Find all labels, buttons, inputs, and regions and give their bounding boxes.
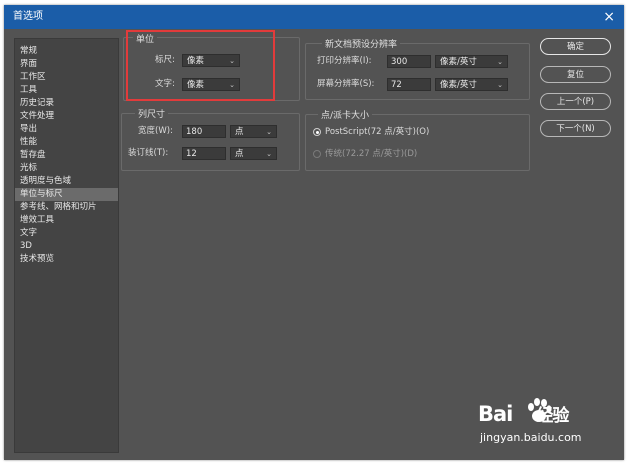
sidebar-item[interactable]: 导出 <box>15 123 118 136</box>
sidebar-item[interactable]: 工具 <box>15 84 118 97</box>
print-resolution-label: 打印分辨率(I): <box>317 56 372 66</box>
sidebar-item[interactable]: 3D <box>15 240 118 253</box>
sidebar-item[interactable]: 文字 <box>15 227 118 240</box>
column-width-unit-value: 点 <box>235 127 244 137</box>
close-icon[interactable]: × <box>603 5 615 29</box>
column-width-label: 宽度(W): <box>138 126 173 136</box>
paw-logo-icon <box>528 398 552 422</box>
sidebar-item[interactable]: 性能 <box>15 136 118 149</box>
screen-resolution-unit-value: 像素/英寸 <box>440 80 477 90</box>
screen-resolution-label: 屏幕分辨率(S): <box>317 79 375 89</box>
chevron-down-icon: ⌄ <box>497 58 503 66</box>
preset-resolution-title: 新文档预设分辨率 <box>322 37 401 50</box>
sidebar-item[interactable]: 技术预览 <box>15 253 118 266</box>
sidebar-item[interactable]: 文件处理 <box>15 110 118 123</box>
dialog-title: 首选项 <box>13 11 43 22</box>
point-size-group <box>305 114 530 171</box>
column-width-input[interactable]: 180 <box>182 125 226 138</box>
gutter-unit-select[interactable]: 点 ⌄ <box>230 147 277 160</box>
sidebar-item[interactable]: 暂存盘 <box>15 149 118 162</box>
watermark: Bai 经验 jingyan.baidu.com <box>478 398 608 446</box>
chevron-down-icon: ⌄ <box>266 150 272 158</box>
traditional-label: 传统(72.27 点/英寸)(D) <box>325 149 418 159</box>
traditional-radio[interactable] <box>313 150 321 158</box>
gutter-label: 装订线(T): <box>128 148 169 158</box>
print-resolution-unit-select[interactable]: 像素/英寸 ⌄ <box>435 55 508 68</box>
sidebar-item[interactable]: 单位与标尺 <box>15 188 118 201</box>
sidebar-item[interactable]: 光标 <box>15 162 118 175</box>
print-resolution-unit-value: 像素/英寸 <box>440 57 477 67</box>
chevron-down-icon: ⌄ <box>497 81 503 89</box>
screen-resolution-unit-select[interactable]: 像素/英寸 ⌄ <box>435 78 508 91</box>
column-size-title: 列尺寸 <box>135 107 169 120</box>
title-bar[interactable]: 首选项 × <box>4 5 624 29</box>
print-resolution-input[interactable]: 300 <box>387 55 431 68</box>
sidebar-item[interactable]: 参考线、网格和切片 <box>15 201 118 214</box>
screen-resolution-input[interactable]: 72 <box>387 78 431 91</box>
sidebar-item[interactable]: 历史记录 <box>15 97 118 110</box>
reset-button[interactable]: 复位 <box>540 66 611 83</box>
gutter-input[interactable]: 12 <box>182 147 226 160</box>
postscript-radio[interactable] <box>313 128 321 136</box>
previous-button[interactable]: 上一个(P) <box>540 93 611 110</box>
sidebar: 常规 界面 工作区 工具 历史记录 文件处理 导出 性能 暂存盘 光标 透明度与色域 单位与标尺 参考线… <box>14 38 119 453</box>
postscript-label: PostScript(72 点/英寸)(O) <box>325 127 430 137</box>
column-size-group <box>121 113 300 171</box>
sidebar-list: 常规 界面 工作区 工具 历史记录 文件处理 导出 性能 暂存盘 光标 透明度与色域 单位与标尺 参考线… <box>15 39 118 266</box>
chevron-down-icon: ⌄ <box>266 128 272 136</box>
sidebar-item[interactable]: 透明度与色域 <box>15 175 118 188</box>
watermark-url: jingyan.baidu.com <box>480 431 582 444</box>
next-button[interactable]: 下一个(N) <box>540 120 611 137</box>
sidebar-item[interactable]: 增效工具 <box>15 214 118 227</box>
column-width-unit-select[interactable]: 点 ⌄ <box>230 125 277 138</box>
gutter-unit-value: 点 <box>235 149 244 159</box>
highlight-box <box>126 30 275 101</box>
sidebar-item[interactable]: 常规 <box>15 45 118 58</box>
ok-button[interactable]: 确定 <box>540 38 611 55</box>
sidebar-item[interactable]: 界面 <box>15 58 118 71</box>
point-size-title: 点/派卡大小 <box>318 108 373 121</box>
sidebar-item[interactable]: 工作区 <box>15 71 118 84</box>
watermark-brand: Bai 经验 <box>478 402 569 426</box>
